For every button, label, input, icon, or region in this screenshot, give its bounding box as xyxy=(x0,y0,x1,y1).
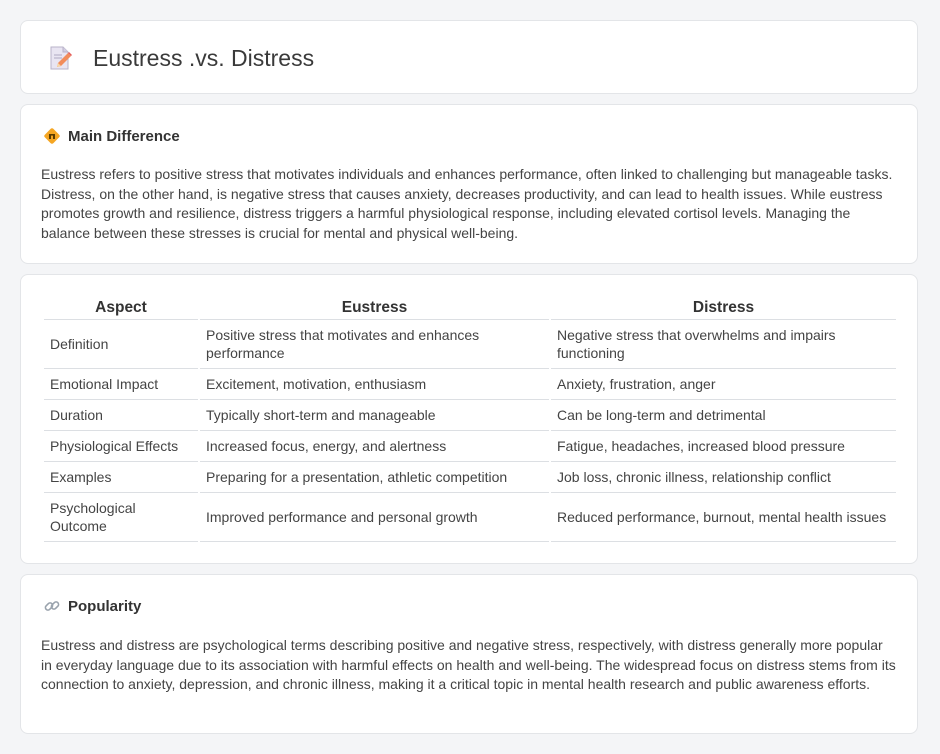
popularity-text: Eustress and distress are psychological … xyxy=(41,637,896,693)
popularity-title: Popularity xyxy=(68,597,142,615)
popularity-card: Popularity Eustress and distress are psy… xyxy=(20,574,918,734)
row-aspect: Duration xyxy=(44,400,198,431)
row-aspect: Physiological Effects xyxy=(44,431,198,462)
table-row: Examples Preparing for a presentation, a… xyxy=(44,462,896,493)
table-row: Psychological Outcome Improved performan… xyxy=(44,493,896,542)
diamond-sign-icon xyxy=(44,128,60,144)
table-row: Duration Typically short-term and manage… xyxy=(44,400,896,431)
row-aspect: Definition xyxy=(44,320,198,369)
row-distress: Fatigue, headaches, increased blood pres… xyxy=(551,431,896,462)
row-distress: Reduced performance, burnout, mental hea… xyxy=(551,493,896,542)
row-aspect: Psychological Outcome xyxy=(44,493,198,542)
row-distress: Negative stress that overwhelms and impa… xyxy=(551,320,896,369)
row-eustress: Typically short-term and manageable xyxy=(200,400,549,431)
main-difference-text: Eustress refers to positive stress that … xyxy=(41,166,893,241)
row-aspect: Examples xyxy=(44,462,198,493)
row-eustress: Increased focus, energy, and alertness xyxy=(200,431,549,462)
row-distress: Can be long-term and detrimental xyxy=(551,400,896,431)
table-row: Emotional Impact Excitement, motivation,… xyxy=(44,369,896,400)
header-distress: Distress xyxy=(551,297,896,320)
comparison-card: Aspect Eustress Distress Definition Posi… xyxy=(20,274,918,564)
row-eustress: Preparing for a presentation, athletic c… xyxy=(200,462,549,493)
table-row: Physiological Effects Increased focus, e… xyxy=(44,431,896,462)
header-card: Eustress .vs. Distress xyxy=(20,20,918,94)
document-edit-icon xyxy=(50,46,72,70)
main-difference-title: Main Difference xyxy=(68,127,180,145)
popularity-header: Popularity xyxy=(43,597,141,615)
header-aspect: Aspect xyxy=(44,297,198,320)
row-distress: Anxiety, frustration, anger xyxy=(551,369,896,400)
main-difference-card: Main Difference Eustress refers to posit… xyxy=(20,104,918,264)
row-eustress: Excitement, motivation, enthusiasm xyxy=(200,369,549,400)
main-difference-header: Main Difference xyxy=(43,127,180,145)
row-eustress: Improved performance and personal growth xyxy=(200,493,549,542)
link-icon xyxy=(44,601,60,611)
page-title: Eustress .vs. Distress xyxy=(93,44,315,71)
row-aspect: Emotional Impact xyxy=(44,369,198,400)
table-header-row: Aspect Eustress Distress xyxy=(44,297,896,320)
row-distress: Job loss, chronic illness, relationship … xyxy=(551,462,896,493)
table-row: Definition Positive stress that motivate… xyxy=(44,320,896,369)
comparison-table: Aspect Eustress Distress Definition Posi… xyxy=(42,297,898,542)
header: Eustress .vs. Distress xyxy=(47,21,314,95)
row-eustress: Positive stress that motivates and enhan… xyxy=(200,320,549,369)
header-eustress: Eustress xyxy=(200,297,549,320)
